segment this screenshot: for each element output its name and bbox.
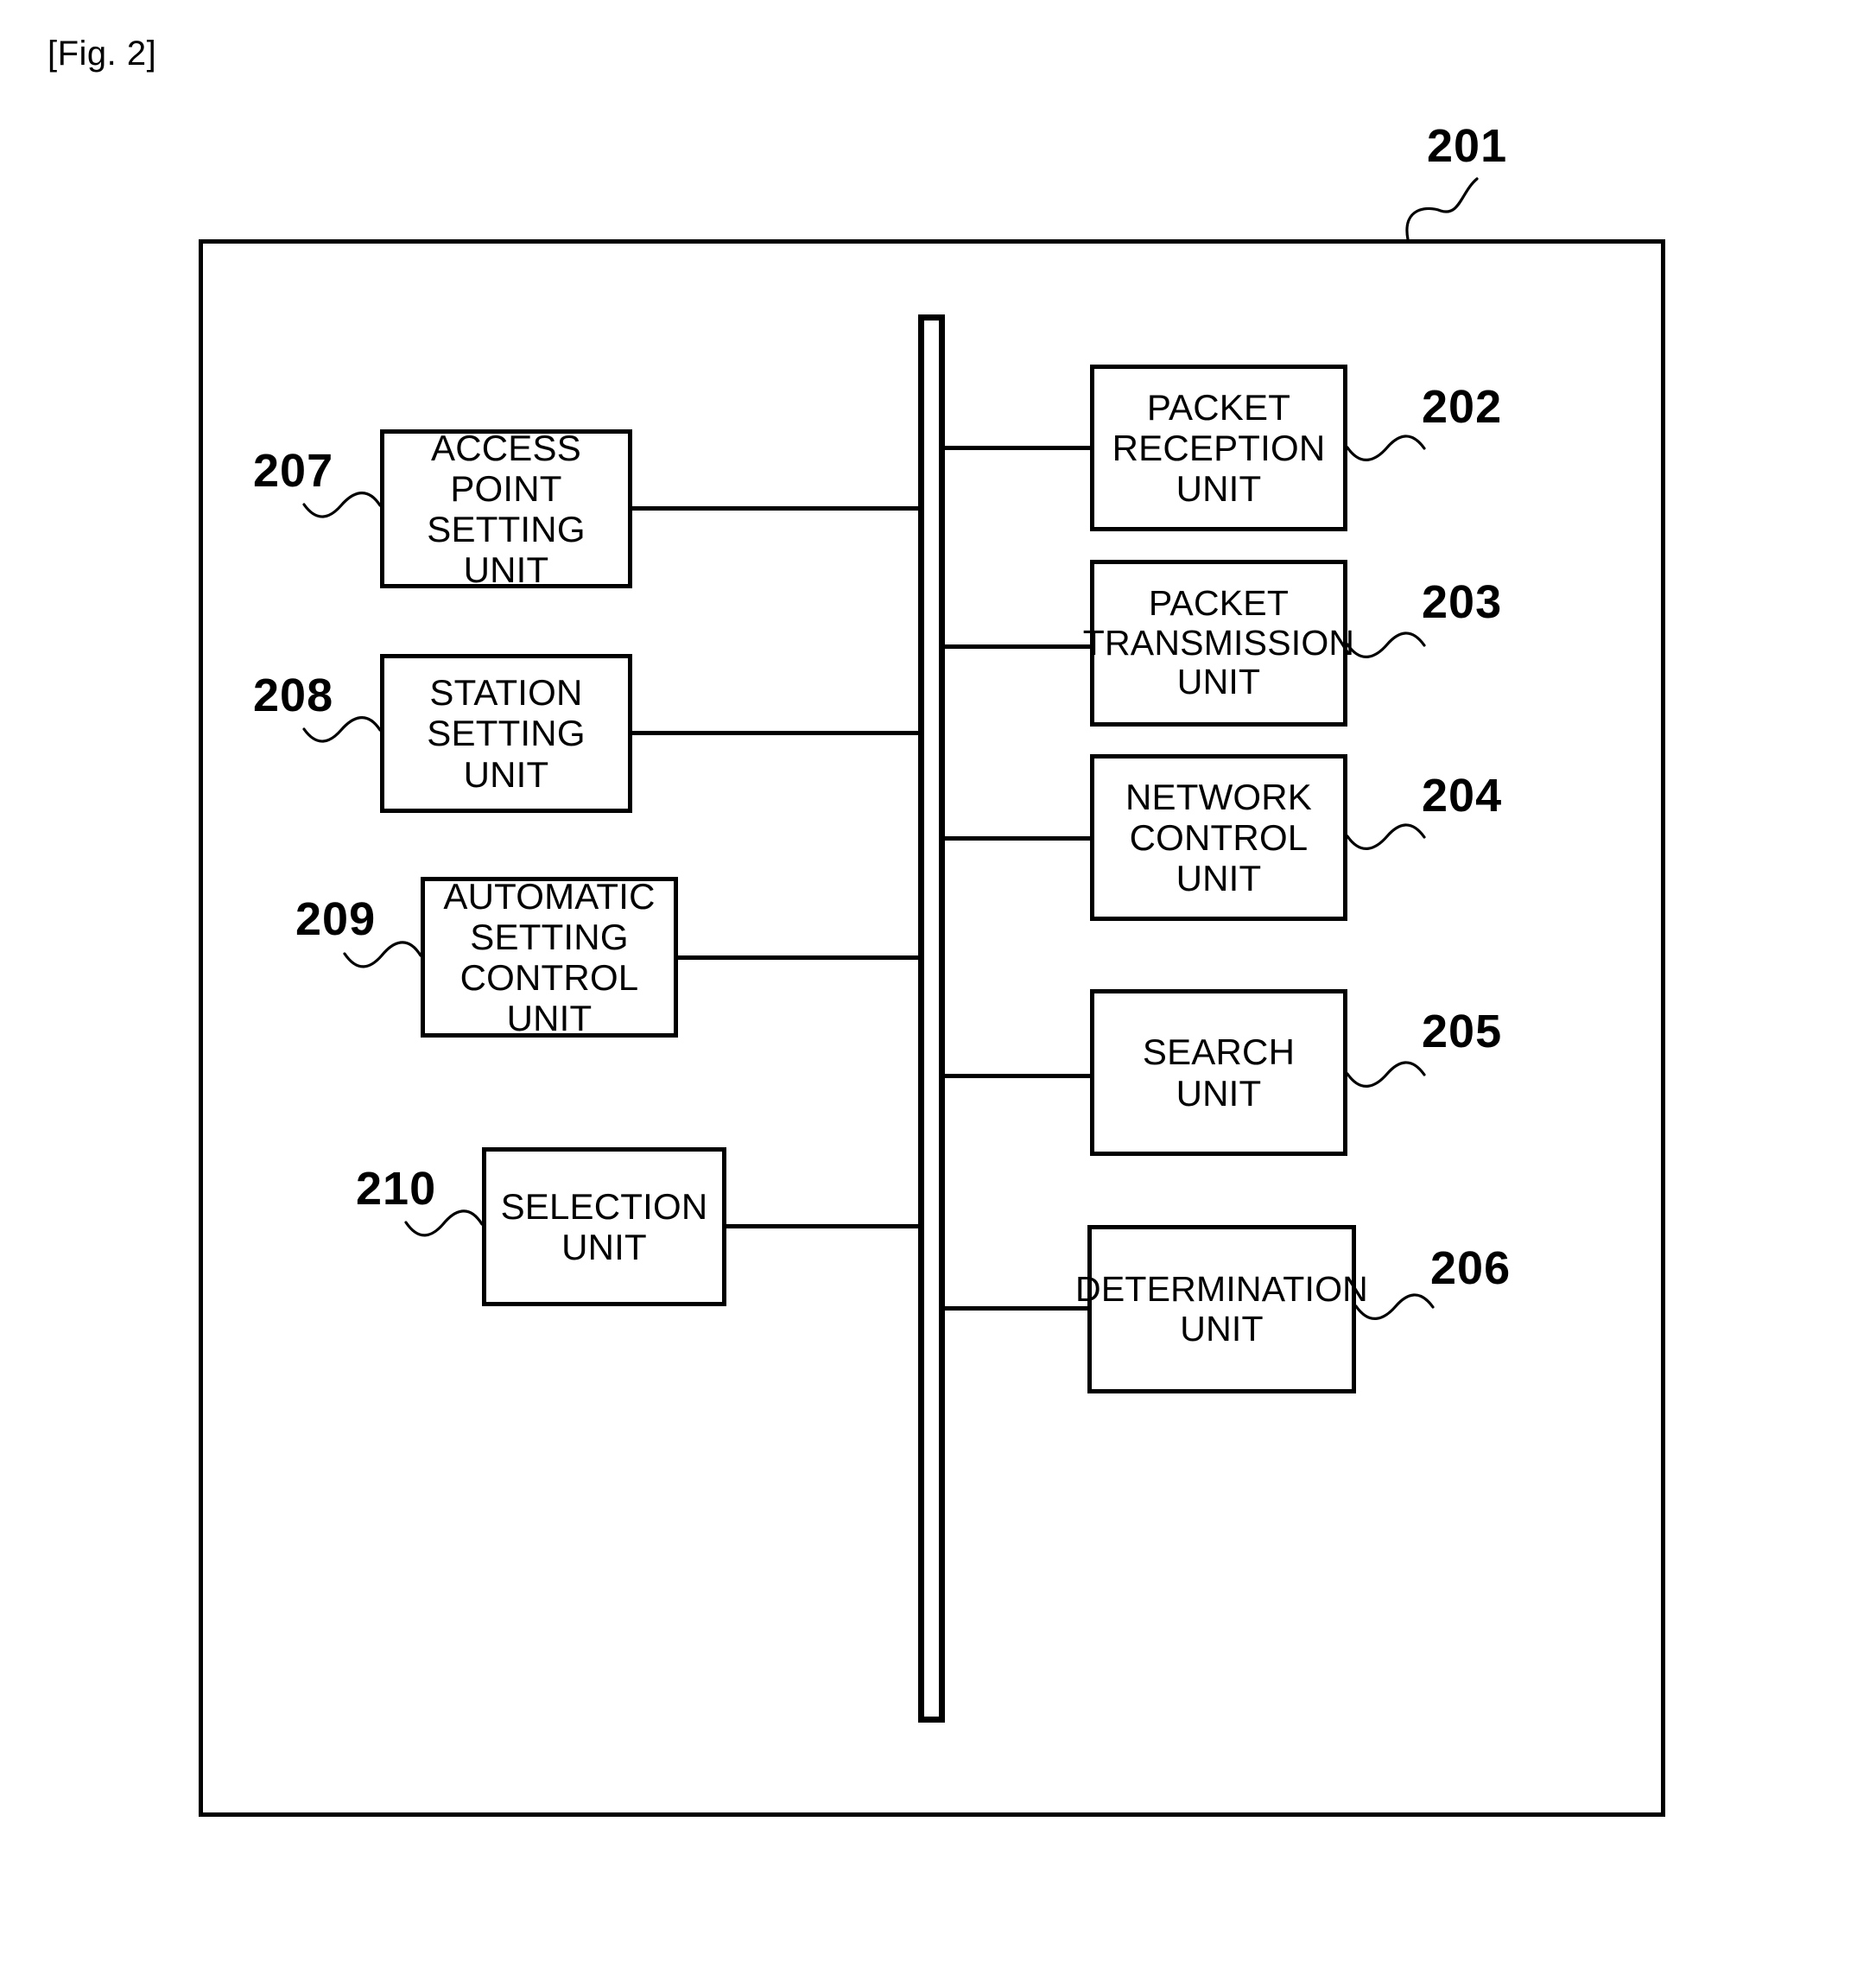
ref-numeral-205: 205 bbox=[1422, 1006, 1503, 1057]
station-setting-unit-label: STATION SETTING UNIT bbox=[427, 672, 586, 795]
determination-unit-label: DETERMINATION UNIT bbox=[1075, 1268, 1368, 1349]
search-unit-label: SEARCH UNIT bbox=[1142, 1031, 1296, 1114]
figure-caption: [Fig. 2] bbox=[48, 35, 157, 73]
lead-access-point-setting-unit bbox=[632, 506, 920, 511]
packet-transmission-unit-label: PACKET TRANSMISSION UNIT bbox=[1082, 582, 1355, 702]
lead-packet-transmission-unit bbox=[941, 644, 1093, 649]
station-setting-unit-box[interactable]: STATION SETTING UNIT bbox=[380, 654, 632, 813]
ref-numeral-201: 201 bbox=[1427, 120, 1508, 172]
network-control-unit-box[interactable]: NETWORK CONTROL UNIT bbox=[1090, 754, 1347, 921]
selection-unit-box[interactable]: SELECTION UNIT bbox=[482, 1147, 726, 1306]
ref-numeral-208: 208 bbox=[253, 670, 334, 721]
network-control-unit-label: NETWORK CONTROL UNIT bbox=[1125, 776, 1313, 899]
search-unit-box[interactable]: SEARCH UNIT bbox=[1090, 989, 1347, 1156]
leader-201 bbox=[1405, 177, 1479, 241]
access-point-setting-unit-label: ACCESS POINT SETTING UNIT bbox=[427, 427, 586, 591]
ref-numeral-203: 203 bbox=[1422, 576, 1503, 628]
internal-bus bbox=[918, 314, 945, 1723]
lead-search-unit bbox=[941, 1074, 1093, 1078]
lead-selection-unit bbox=[726, 1224, 920, 1228]
lead-station-setting-unit bbox=[632, 731, 920, 735]
ref-numeral-206: 206 bbox=[1430, 1242, 1512, 1294]
lead-network-control-unit bbox=[941, 836, 1093, 841]
determination-unit-box[interactable]: DETERMINATION UNIT bbox=[1075, 1225, 1368, 1393]
ref-numeral-207: 207 bbox=[253, 445, 334, 497]
automatic-setting-control-unit-label: AUTOMATIC SETTING CONTROL UNIT bbox=[443, 875, 656, 1039]
lead-automatic-setting-control-unit bbox=[678, 955, 920, 960]
automatic-setting-control-unit-box[interactable]: AUTOMATIC SETTING CONTROL UNIT bbox=[421, 875, 678, 1039]
access-point-setting-unit-box[interactable]: ACCESS POINT SETTING UNIT bbox=[380, 427, 632, 591]
packet-transmission-unit-box[interactable]: PACKET TRANSMISSION UNIT bbox=[1083, 560, 1354, 727]
figure-page: [Fig. 2] 201 ACCESS POINT SETTING UNIT 2… bbox=[0, 0, 1876, 1974]
packet-reception-unit-box[interactable]: PACKET RECEPTION UNIT bbox=[1090, 365, 1347, 531]
packet-reception-unit-label: PACKET RECEPTION UNIT bbox=[1112, 386, 1326, 510]
lead-packet-reception-unit bbox=[941, 446, 1093, 450]
ref-numeral-204: 204 bbox=[1422, 770, 1503, 822]
lead-determination-unit bbox=[941, 1306, 1090, 1311]
ref-numeral-202: 202 bbox=[1422, 381, 1503, 433]
ref-numeral-209: 209 bbox=[295, 893, 377, 945]
ref-numeral-210: 210 bbox=[356, 1163, 437, 1215]
selection-unit-label: SELECTION UNIT bbox=[500, 1185, 708, 1267]
